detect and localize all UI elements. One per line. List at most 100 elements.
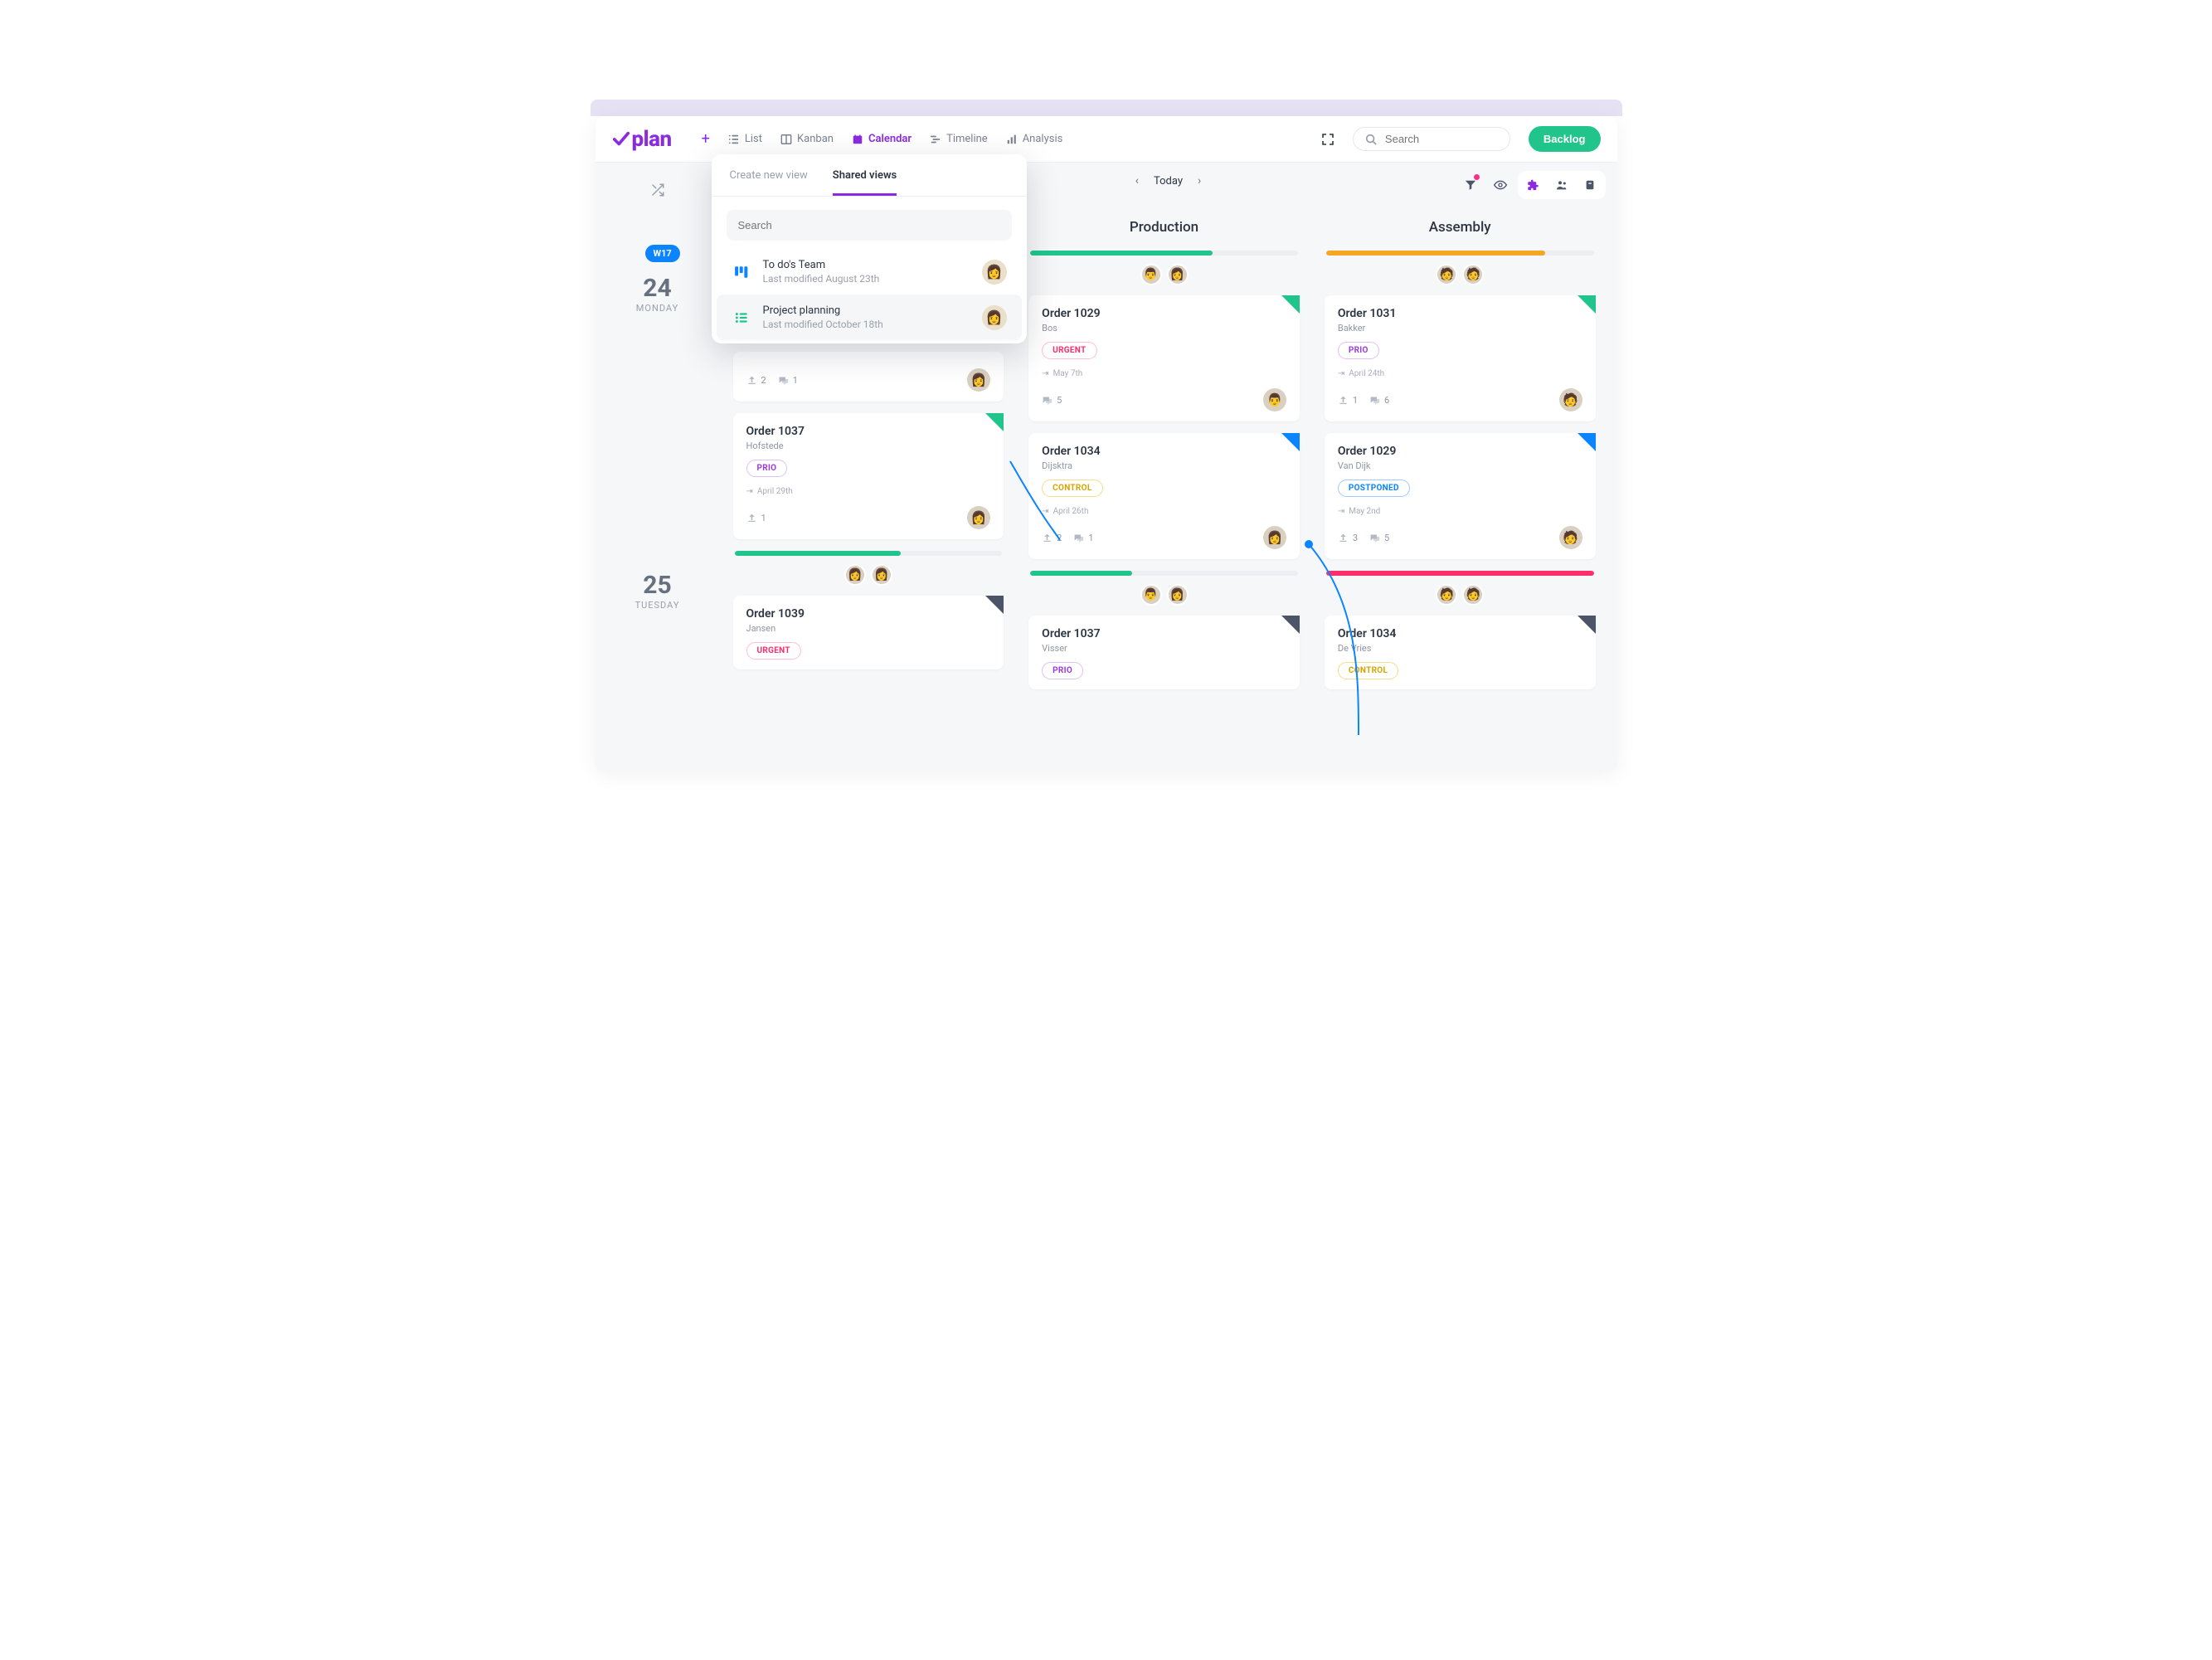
card-subtitle: Van Dijk — [1338, 460, 1582, 471]
archive-icon[interactable] — [1578, 173, 1602, 197]
card-title: Order 1037 — [746, 425, 991, 438]
tab-create-view[interactable]: Create new view — [730, 169, 808, 196]
avatar[interactable]: 🧑 — [1462, 584, 1484, 606]
upload-icon — [746, 513, 757, 523]
avatar[interactable]: 👩 — [967, 506, 990, 529]
avatar[interactable]: 🧑 — [1436, 264, 1457, 285]
column-production: Production 👨 👩 Order 1029 Bos — [1023, 219, 1305, 701]
tab-shared-views[interactable]: Shared views — [833, 169, 897, 196]
card-subtitle: Jansen — [746, 623, 991, 634]
comments-icon — [778, 375, 789, 386]
card-date: ⇥April 29th — [746, 487, 991, 496]
comments-icon — [1042, 395, 1053, 406]
filter-icon[interactable] — [1458, 173, 1483, 197]
fullscreen-icon[interactable] — [1321, 133, 1334, 146]
order-card[interactable]: Order 1039 Jansen URGENT — [733, 596, 1004, 669]
day-group: 👨 👩 Order 1029 Bos URGENT ⇥May 7th 5 — [1023, 251, 1305, 559]
brand-text: plan — [632, 127, 672, 152]
view-subtitle: Last modified October 18th — [763, 319, 970, 330]
dropdown-search-input[interactable] — [727, 210, 1012, 241]
comments-icon — [1369, 395, 1380, 406]
day-name: TUESDAY — [596, 600, 720, 611]
card-corner — [985, 596, 1004, 614]
tool-group — [1518, 171, 1606, 199]
day-avatars: 👨 👩 — [1023, 584, 1305, 606]
nav-calendar[interactable]: Calendar — [852, 133, 912, 145]
order-card[interactable]: Order 1034 De Vries CONTROL — [1325, 616, 1596, 689]
day-avatars: 🧑 🧑 — [1320, 264, 1601, 285]
avatar[interactable]: 🧑 — [1559, 388, 1582, 411]
nav-list-label: List — [745, 133, 762, 145]
avatar[interactable]: 👩 — [871, 564, 892, 586]
brand-logo[interactable]: plan — [612, 127, 672, 152]
avatar: 👩 — [982, 260, 1007, 285]
order-card[interactable]: Order 1034 Dijsktra CONTROL ⇥April 26th … — [1028, 433, 1300, 559]
shared-view-item[interactable]: To do's Team Last modified August 23th 👩 — [717, 249, 1022, 295]
comments-stat: 5 — [1042, 395, 1062, 406]
comments-icon — [1369, 533, 1380, 543]
avatar[interactable]: 🧑 — [1436, 584, 1457, 606]
nav-calendar-label: Calendar — [868, 133, 912, 145]
date-icon: ⇥ — [1338, 507, 1344, 516]
card-corner — [1281, 616, 1300, 634]
add-view-button[interactable]: + — [702, 130, 710, 148]
avatar[interactable]: 👩 — [1263, 526, 1286, 549]
next-day-button[interactable]: › — [1198, 174, 1201, 187]
card-footer: 1 👩 — [746, 506, 991, 529]
search-input[interactable] — [1385, 133, 1498, 145]
order-card[interactable]: Order 1037 Visser PRIO — [1028, 616, 1300, 689]
today-label[interactable]: Today — [1154, 175, 1183, 187]
dropdown-search[interactable] — [727, 210, 1012, 241]
order-card[interactable]: Order 1031 Bakker PRIO ⇥April 24th 1 6 🧑 — [1325, 295, 1596, 421]
avatar[interactable]: 👩 — [1167, 264, 1189, 285]
card-footer: 2 1 👩 — [746, 368, 991, 392]
prev-day-button[interactable]: ‹ — [1135, 174, 1139, 187]
nav-list[interactable]: List — [728, 133, 762, 145]
card-footer: 2 1 👩 — [1042, 526, 1286, 549]
visibility-icon[interactable] — [1488, 173, 1513, 197]
avatar[interactable]: 👩 — [967, 368, 990, 392]
avatar[interactable]: 👩 — [844, 564, 866, 586]
avatar[interactable]: 👨 — [1140, 264, 1162, 285]
card-date: ⇥April 24th — [1338, 369, 1582, 378]
dropdown-tabs: Create new view Shared views — [712, 154, 1027, 197]
upload-icon — [1338, 533, 1349, 543]
shuffle-icon[interactable] — [641, 178, 674, 202]
progress-bar — [1326, 251, 1594, 256]
date-icon: ⇥ — [746, 487, 753, 496]
team-icon[interactable] — [1549, 173, 1574, 197]
avatar[interactable]: 👩 — [1167, 584, 1189, 606]
puzzle-icon[interactable] — [1521, 173, 1546, 197]
timeline-icon — [930, 134, 941, 145]
avatar: 👩 — [982, 305, 1007, 330]
avatar[interactable]: 🧑 — [1462, 264, 1484, 285]
card-corner — [985, 413, 1004, 431]
progress-bar — [1030, 571, 1298, 576]
nav-kanban[interactable]: Kanban — [780, 133, 834, 145]
card-date: ⇥May 2nd — [1338, 507, 1582, 516]
search-box[interactable] — [1353, 127, 1510, 151]
date-icon: ⇥ — [1042, 507, 1048, 516]
order-card[interactable]: Order 1037 Hofstede PRIO ⇥April 29th 1 👩 — [733, 413, 1004, 539]
card-subtitle: De Vries — [1338, 643, 1582, 654]
shared-view-item[interactable]: Project planning Last modified October 1… — [717, 295, 1022, 340]
nav-analysis[interactable]: Analysis — [1006, 133, 1063, 145]
backlog-button[interactable]: Backlog — [1529, 126, 1601, 152]
card-corner — [1578, 433, 1596, 451]
column-title: Production — [1023, 219, 1305, 236]
order-card[interactable]: 2 1 👩 — [733, 352, 1004, 402]
comments-stat: 5 — [1369, 533, 1389, 543]
card-title: Order 1037 — [1042, 627, 1286, 640]
card-subtitle: Bakker — [1338, 323, 1582, 333]
avatar[interactable]: 🧑 — [1559, 526, 1582, 549]
avatar[interactable]: 👨 — [1263, 388, 1286, 411]
card-subtitle: Dijsktra — [1042, 460, 1286, 471]
day-group: 🧑 🧑 Order 1031 Bakker PRIO ⇥April 24th — [1320, 251, 1601, 559]
avatar[interactable]: 👨 — [1140, 584, 1162, 606]
day-group: 🧑 🧑 Order 1034 De Vries CONTROL — [1320, 571, 1601, 689]
nav-timeline[interactable]: Timeline — [930, 133, 988, 145]
card-corner — [1578, 295, 1596, 314]
order-card[interactable]: Order 1029 Van Dijk POSTPONED ⇥May 2nd 3… — [1325, 433, 1596, 559]
order-card[interactable]: Order 1029 Bos URGENT ⇥May 7th 5 👨 — [1028, 295, 1300, 421]
tag-prio: PRIO — [1042, 662, 1083, 679]
